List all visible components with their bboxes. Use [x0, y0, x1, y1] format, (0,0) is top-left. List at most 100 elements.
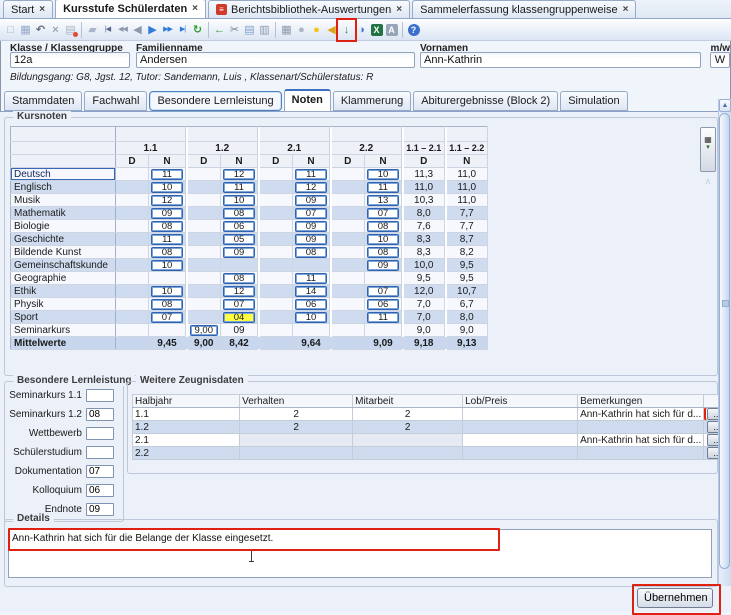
announce-icon[interactable]: ◀	[324, 21, 339, 39]
tab-noten[interactable]: Noten	[284, 89, 331, 112]
grade-cell[interactable]: 09	[221, 246, 258, 259]
fast-backward-icon[interactable]: ◀◀	[115, 21, 130, 39]
doc-tab-berichtsbibliothek-auswertungen[interactable]: ≡Berichtsbibliothek-Auswertungen×	[208, 0, 410, 18]
grade-cell[interactable]: 07	[293, 207, 330, 220]
tab-stammdaten[interactable]: Stammdaten	[4, 91, 82, 111]
mitarbeit-cell[interactable]	[353, 434, 463, 447]
lob-preis-cell[interactable]	[463, 434, 578, 447]
grade-cell[interactable]: 09	[293, 194, 330, 207]
lob-preis-cell[interactable]	[463, 421, 578, 434]
lob-preis-cell[interactable]	[463, 447, 578, 460]
print-preview-icon[interactable]: A	[384, 21, 399, 39]
close-icon[interactable]: ×	[192, 4, 198, 14]
grade-cell[interactable]: 06	[293, 298, 330, 311]
grade-cell[interactable]: 12	[221, 168, 258, 181]
grade-cell[interactable]: 10	[365, 168, 402, 181]
close-icon[interactable]: ×	[396, 5, 402, 15]
save-icon[interactable]: ▦	[18, 21, 33, 39]
edit-form-icon[interactable]: ▤	[63, 21, 78, 39]
grade-cell[interactable]: 10	[149, 181, 186, 194]
grade-cell[interactable]: 08	[221, 207, 258, 220]
grade-cell[interactable]: 11	[221, 181, 258, 194]
grade-cell[interactable]: 10	[293, 311, 330, 324]
doc-tab-kursstufe-sch-lerdaten[interactable]: Kursstufe Schülerdaten×	[55, 0, 206, 18]
grade-cell[interactable]: 04	[221, 311, 258, 324]
verhalten-cell[interactable]: 2	[240, 421, 353, 434]
subject-cell[interactable]: Seminarkurs	[11, 324, 116, 337]
grade-cell[interactable]: 09	[293, 233, 330, 246]
grade-cell[interactable]: 07	[149, 311, 186, 324]
tab-simulation[interactable]: Simulation	[560, 91, 627, 111]
subject-cell[interactable]: Musik	[11, 194, 116, 207]
subject-cell[interactable]: Mittelwerte	[11, 337, 116, 350]
first-record-icon[interactable]: |◀	[100, 21, 115, 39]
bll-field-input[interactable]	[86, 465, 114, 478]
subject-cell[interactable]: Physik	[11, 298, 116, 311]
grade-cell[interactable]: 11	[365, 311, 402, 324]
subject-cell[interactable]: Gemeinschaftskunde	[11, 259, 116, 272]
grade-cell[interactable]: 10	[221, 194, 258, 207]
bll-field-input[interactable]	[86, 408, 114, 421]
uebernehmen-button[interactable]: Übernehmen	[637, 588, 713, 608]
grade-cell[interactable]: 14	[293, 285, 330, 298]
gender-field[interactable]	[710, 52, 730, 68]
subject-cell[interactable]: Mathematik	[11, 207, 116, 220]
previous-record-icon[interactable]: ◀	[130, 21, 145, 39]
grade-cell[interactable]: 08	[293, 246, 330, 259]
grade-cell[interactable]: 12	[221, 285, 258, 298]
next-record-icon[interactable]: ▶	[145, 21, 160, 39]
subject-cell[interactable]: Sport	[11, 311, 116, 324]
subject-cell[interactable]: Deutsch	[11, 168, 116, 181]
grade-cell[interactable]: 10	[149, 285, 186, 298]
grade-cell[interactable]: 11	[149, 168, 186, 181]
verhalten-cell[interactable]	[240, 434, 353, 447]
subject-cell[interactable]: Ethik	[11, 285, 116, 298]
grade-cell[interactable]: 11	[149, 233, 186, 246]
grade-cell[interactable]: 12	[293, 181, 330, 194]
fast-forward-icon[interactable]: ▶▶	[160, 21, 175, 39]
refresh-icon[interactable]: ↻	[190, 21, 205, 39]
close-icon[interactable]: ×	[39, 5, 45, 15]
delete-record-icon[interactable]: ×	[48, 21, 63, 39]
verhalten-cell[interactable]	[240, 447, 353, 460]
class-group-field[interactable]	[10, 52, 130, 68]
grade-cell[interactable]: 08	[149, 298, 186, 311]
copy-icon[interactable]: ▤	[242, 21, 257, 39]
grade-cell[interactable]: 09	[293, 220, 330, 233]
doc-tab-start[interactable]: Start×	[3, 0, 53, 18]
subject-cell[interactable]: Bildende Kunst	[11, 246, 116, 259]
back-arrow-icon[interactable]: ←	[212, 21, 227, 39]
subject-cell[interactable]: Geographie	[11, 272, 116, 285]
collect-grades-icon[interactable]: ↓	[339, 21, 354, 39]
grade-cell[interactable]: 06	[365, 298, 402, 311]
verhalten-cell[interactable]: 2	[240, 408, 353, 421]
grade-cell[interactable]: 08	[221, 272, 258, 285]
scrollbar-up-arrow[interactable]: ▲	[719, 99, 731, 112]
family-name-field[interactable]	[136, 52, 415, 68]
tab-abiturergebnisse-block-2-[interactable]: Abiturergebnisse (Block 2)	[413, 91, 558, 111]
grade-cell[interactable]: 09	[149, 207, 186, 220]
grade-cell[interactable]: 05	[221, 233, 258, 246]
bll-field-input[interactable]	[86, 427, 114, 440]
grade-cell[interactable]: 08	[149, 246, 186, 259]
scrollbar-thumb[interactable]	[719, 113, 730, 569]
grade-cell[interactable]: 10	[149, 259, 186, 272]
new-record-icon[interactable]: □	[3, 21, 18, 39]
record-icon[interactable]: ●	[294, 21, 309, 39]
column-chooser-button[interactable]: ▦ ▾	[700, 127, 716, 172]
bll-field-input[interactable]	[86, 484, 114, 497]
last-record-icon[interactable]: ▶|	[175, 21, 190, 39]
bll-field-input[interactable]	[86, 446, 114, 459]
lightbulb-icon[interactable]: ●	[309, 21, 324, 39]
grade-cell[interactable]: 08	[149, 220, 186, 233]
tab-klammerung[interactable]: Klammerung	[333, 91, 411, 111]
details-textarea[interactable]: Ann-Kathrin hat sich für die Belange der…	[8, 529, 712, 578]
subject-cell[interactable]: Englisch	[11, 181, 116, 194]
cut-icon[interactable]: ✂	[227, 21, 242, 39]
bemerkungen-cell[interactable]	[578, 447, 704, 460]
mitarbeit-cell[interactable]: 2	[353, 421, 463, 434]
mitarbeit-cell[interactable]: 2	[353, 408, 463, 421]
grade-cell[interactable]: 9,00	[188, 324, 221, 337]
excel-export-icon[interactable]: X	[369, 21, 384, 39]
subject-cell[interactable]: Biologie	[11, 220, 116, 233]
